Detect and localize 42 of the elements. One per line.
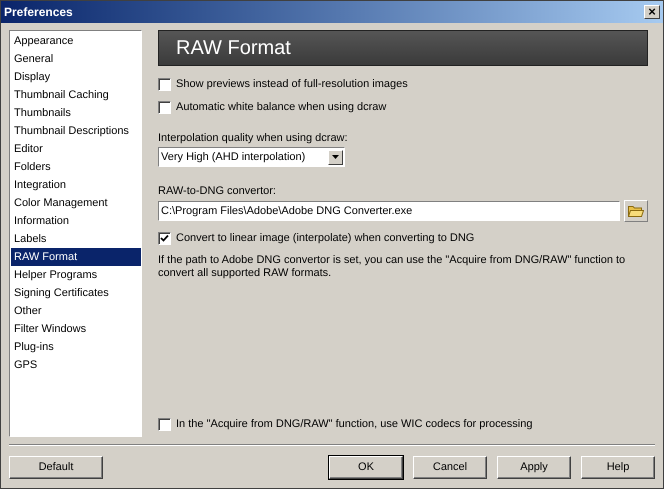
folder-icon (628, 205, 644, 217)
category-item[interactable]: Thumbnail Descriptions (11, 122, 141, 140)
checkbox[interactable] (158, 100, 171, 114)
checkbox[interactable] (158, 418, 171, 430)
folder-button[interactable] (624, 200, 648, 222)
category-item[interactable]: Appearance (11, 32, 141, 50)
category-item[interactable]: Plug-ins (11, 338, 141, 356)
category-item[interactable]: Information (11, 212, 141, 230)
field-label: RAW-to-DNG convertor: (158, 184, 277, 197)
category-item[interactable]: General (11, 50, 141, 68)
category-item[interactable]: GPS (11, 356, 141, 374)
dropdown[interactable]: Very High (AHD interpolation) (158, 147, 345, 167)
dialog-button[interactable]: Cancel (413, 456, 487, 478)
close-button[interactable]: × (644, 5, 660, 19)
checkbox[interactable] (158, 232, 171, 244)
category-item[interactable]: Helper Programs (11, 266, 141, 284)
category-item[interactable]: Labels (11, 230, 141, 248)
category-item[interactable]: Thumbnail Caching (11, 86, 141, 104)
panel-heading: RAW Format (158, 30, 648, 66)
checkbox-label: Convert to linear image (interpolate) when converting to DNG (176, 230, 474, 246)
checkbox-label: In the "Acquire from DNG/RAW" function, use WIC codecs for processing (176, 416, 532, 432)
category-item[interactable]: Editor (11, 140, 141, 158)
category-item[interactable]: Integration (11, 176, 141, 194)
path-field[interactable]: C:\Program Files\Adobe\Adobe DNG Converter.exe (158, 201, 620, 221)
dialog-button[interactable]: Apply (497, 456, 571, 478)
category-item[interactable]: Signing Certificates (11, 284, 141, 302)
category-item[interactable]: Thumbnails (11, 104, 141, 122)
category-item[interactable]: Folders (11, 158, 141, 176)
checkbox-label: Automatic white balance when using dcraw (176, 100, 386, 115)
checkbox[interactable] (158, 78, 171, 90)
category-item[interactable]: Filter Windows (11, 320, 141, 338)
category-item[interactable]: Color Management (11, 194, 141, 212)
category-item[interactable]: RAW Format (11, 248, 141, 266)
dialog-button[interactable]: Help (581, 456, 655, 478)
dialog-button[interactable]: OK (329, 456, 403, 478)
category-item[interactable]: Other (11, 302, 141, 320)
checkbox-label: Show previews instead of full-resolution images (176, 76, 408, 92)
field-label: Interpolation quality when using dcraw: (158, 131, 349, 144)
info-text: If the path to Adobe DNG convertor is set, you can use the "Acquire from DNG/RAW" function to convert all supported RAW formats. (158, 254, 626, 280)
dialog-button[interactable]: Default (9, 456, 103, 478)
window-title: Preferences (4, 4, 73, 21)
category-item[interactable]: Display (11, 68, 141, 86)
